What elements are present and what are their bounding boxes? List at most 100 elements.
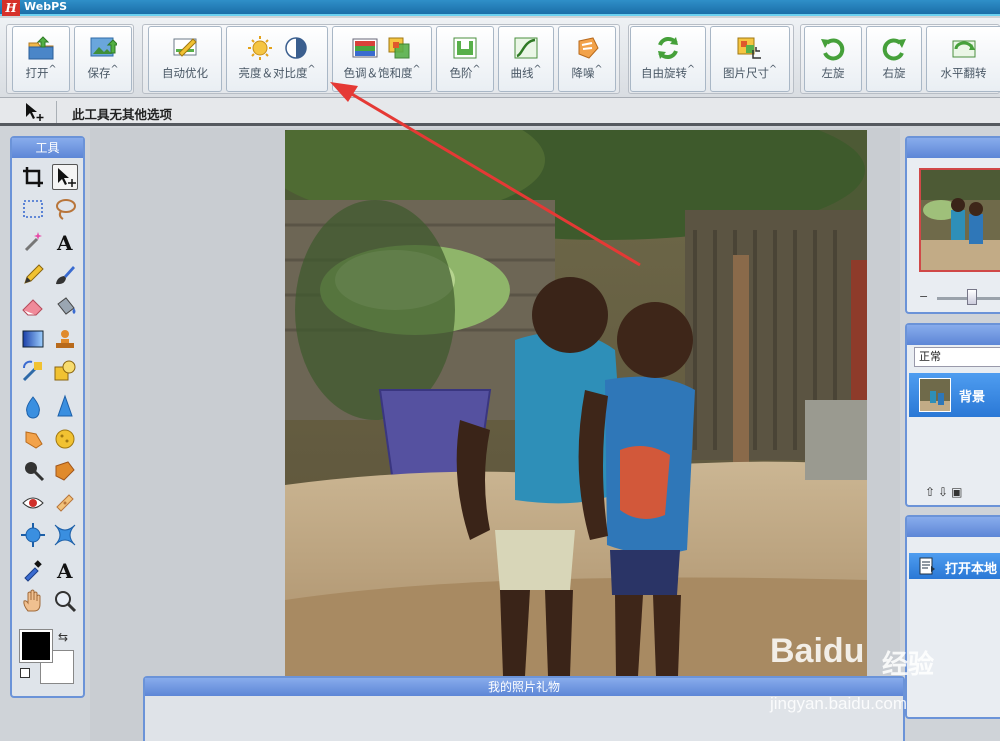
eraser-tool-icon[interactable]: [20, 294, 46, 320]
hue-saturation-dropdown-marker: ^: [412, 64, 421, 76]
foreground-color-swatch[interactable]: [19, 629, 53, 663]
curves-button[interactable]: 曲线^: [498, 26, 554, 92]
denoise-label: 降噪: [571, 66, 595, 80]
main-toolbar: 打开^ 保存^ 自动优化 亮度＆对比度^ 色调＆饱和度^ 色阶^ 曲线^ 降噪^…: [0, 18, 1000, 98]
free-rotate-label: 自由旋转: [640, 66, 687, 80]
blend-mode-select[interactable]: 正常: [914, 347, 1000, 367]
layers-panel-header: [907, 325, 1000, 345]
magic-wand-tool-icon[interactable]: [20, 228, 46, 254]
open-folder-icon: [28, 36, 54, 60]
marquee-tool-icon[interactable]: [20, 196, 46, 222]
rotate-right-icon: [882, 38, 906, 61]
webps-app: H WebPS 打开^ 保存^ 自动优化 亮度＆对比度^ 色调＆饱和度^ 色阶^…: [0, 0, 1000, 741]
image-size-label: 图片尺寸: [722, 66, 769, 80]
rotate-right-button[interactable]: 右旋: [866, 26, 922, 92]
image-size-dropdown-marker: ^: [768, 64, 778, 76]
layer-row-background[interactable]: 背景: [909, 373, 1000, 417]
save-label: 保存: [87, 66, 111, 80]
tools-panel-title: 工具: [12, 138, 83, 158]
app-title: WebPS: [24, 0, 68, 13]
lasso-tool-icon[interactable]: [52, 196, 78, 222]
layer-name: 背景: [959, 390, 986, 405]
zoom-slider-handle[interactable]: [967, 289, 977, 305]
text-tool-icon[interactable]: A: [52, 228, 78, 255]
pinch-tool-icon[interactable]: [52, 522, 78, 548]
options-message: 此工具无其他选项: [72, 107, 173, 122]
save-image-icon: [90, 37, 117, 57]
replace-color-tool-icon[interactable]: [20, 358, 46, 384]
watermark-url: jingyan.baidu.com: [770, 694, 908, 713]
move-select-icon: [26, 103, 44, 121]
sponge-tool-icon[interactable]: [52, 426, 78, 452]
svg-text:A: A: [56, 559, 73, 582]
auto-optimize-button[interactable]: 自动优化: [148, 26, 222, 92]
children-photo-image: [285, 130, 867, 676]
sharpen-tool-icon[interactable]: [52, 394, 78, 420]
photo-canvas[interactable]: [285, 130, 867, 676]
open-dropdown-marker: ^: [48, 64, 57, 76]
crop-tool-icon[interactable]: [20, 164, 46, 190]
tool-options-bar: 此工具无其他选项: [0, 98, 1000, 126]
baidu-watermark: Baidu 经验 jingyan.baidu.com: [770, 628, 1000, 738]
save-dropdown-marker: ^: [110, 64, 119, 76]
reset-colors-icon[interactable]: [20, 668, 30, 678]
hue-saturation-icon: [352, 37, 410, 59]
auto-optimize-label: 自动优化: [162, 66, 208, 80]
free-rotate-icon: [658, 37, 678, 59]
history-panel-header: [907, 517, 1000, 537]
free-rotate-button[interactable]: 自由旋转^: [630, 26, 706, 92]
curves-icon: [514, 37, 538, 59]
hand-tool-icon[interactable]: [20, 588, 46, 614]
levels-button[interactable]: 色阶^: [436, 26, 494, 92]
pencil-tool-icon[interactable]: [20, 262, 46, 288]
zoom-tool-icon[interactable]: [52, 588, 78, 614]
curves-dropdown-marker: ^: [533, 64, 542, 76]
shape-tool-icon[interactable]: [52, 358, 78, 384]
paint-bucket-tool-icon[interactable]: [52, 294, 78, 320]
brightness-contrast-label: 亮度＆对比度: [238, 66, 308, 80]
swap-colors-icon[interactable]: ⇆: [58, 630, 68, 644]
levels-icon: [453, 37, 477, 59]
levels-dropdown-marker: ^: [472, 64, 481, 76]
burn-tool-icon[interactable]: [52, 458, 78, 484]
svg-text:A: A: [56, 231, 73, 254]
rotate-left-button[interactable]: 左旋: [804, 26, 862, 92]
brush-tool-icon[interactable]: [52, 262, 78, 288]
bloat-tool-icon[interactable]: [20, 522, 46, 548]
watermark-brand-cn: 经验: [882, 650, 935, 680]
move-tool-icon[interactable]: [52, 164, 78, 190]
open-button[interactable]: 打开^: [12, 26, 70, 92]
zoom-out-icon[interactable]: −: [919, 290, 928, 303]
smudge-tool-icon[interactable]: [20, 426, 46, 452]
hue-saturation-button[interactable]: 色调＆饱和度^: [332, 26, 432, 92]
flip-horizontal-button[interactable]: 水平翻转: [926, 26, 1000, 92]
denoise-icon: [578, 37, 599, 59]
navigator-thumbnail[interactable]: [919, 168, 1000, 272]
brightness-contrast-button[interactable]: 亮度＆对比度^: [226, 26, 328, 92]
dodge-tool-icon[interactable]: [20, 458, 46, 484]
flip-horizontal-label: 水平翻转: [940, 66, 987, 80]
red-eye-tool-icon[interactable]: [20, 490, 46, 516]
rotate-left-icon: [821, 38, 845, 61]
levels-label: 色阶: [449, 66, 473, 80]
blur-tool-icon[interactable]: [20, 394, 46, 420]
navigator-panel: −: [905, 136, 1000, 314]
layer-controls[interactable]: ⇧⇩▣: [925, 485, 965, 499]
image-size-button[interactable]: 图片尺寸^: [710, 26, 790, 92]
rotate-left-label: 左旋: [821, 66, 845, 80]
type-tool-icon[interactable]: A: [52, 556, 78, 583]
free-rotate-dropdown-marker: ^: [686, 64, 696, 76]
hue-saturation-label: 色调＆饱和度: [343, 66, 413, 80]
curves-label: 曲线: [510, 66, 534, 80]
brightness-contrast-dropdown-marker: ^: [307, 64, 316, 76]
open-label: 打开: [25, 66, 49, 80]
clone-stamp-tool-icon[interactable]: [52, 326, 78, 352]
gradient-tool-icon[interactable]: [20, 326, 46, 352]
denoise-button[interactable]: 降噪^: [558, 26, 616, 92]
color-picker-tool-icon[interactable]: [20, 556, 46, 582]
save-button[interactable]: 保存^: [74, 26, 132, 92]
spot-heal-tool-icon[interactable]: [52, 490, 78, 516]
options-separator: [56, 101, 57, 123]
title-bar: H WebPS: [0, 0, 1000, 16]
image-size-icon: [737, 37, 761, 59]
